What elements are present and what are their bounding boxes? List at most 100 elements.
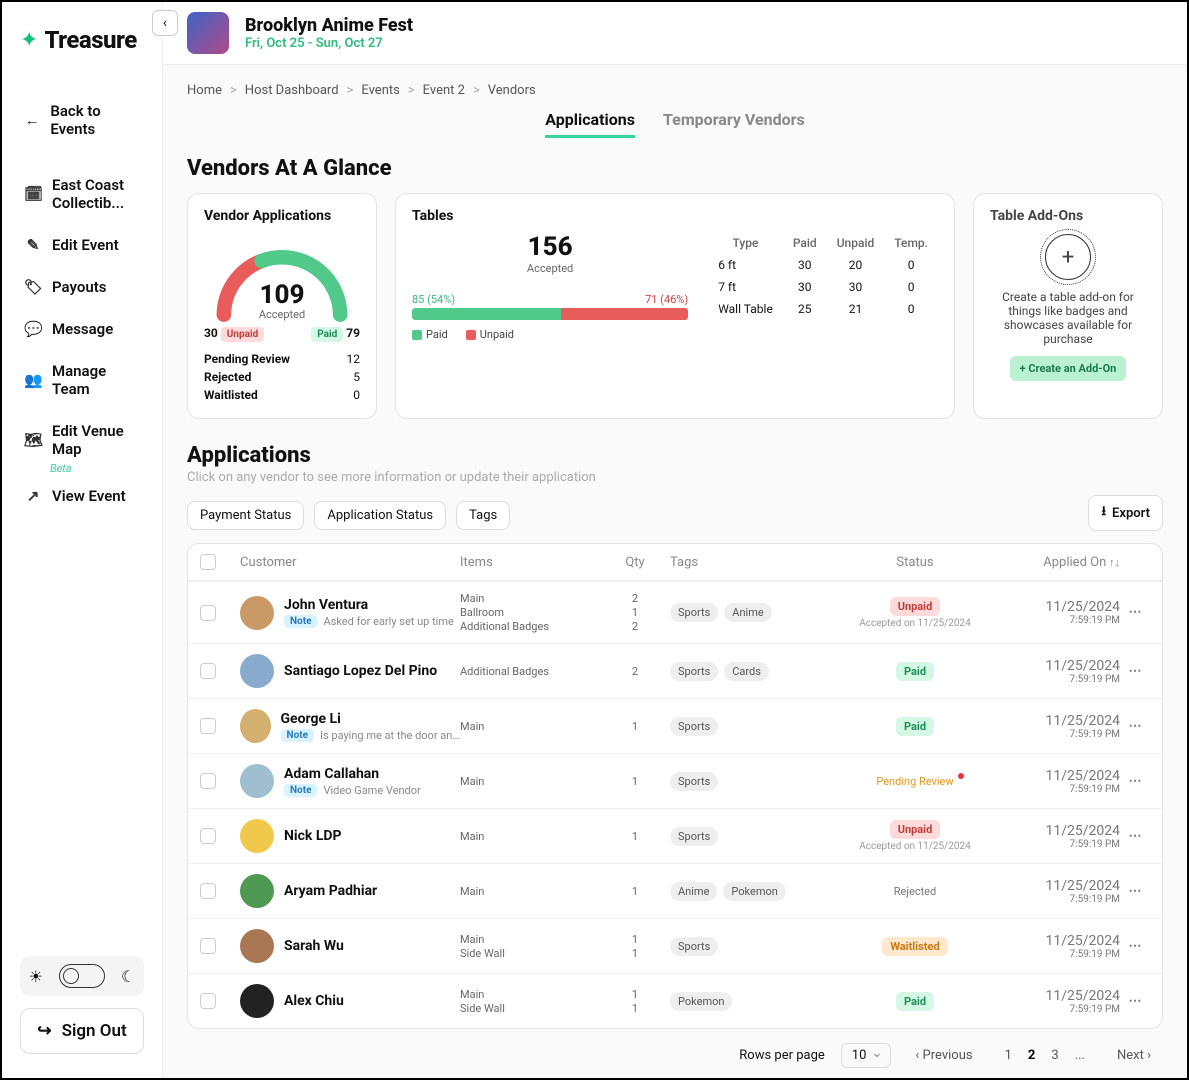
prev-button[interactable]: ‹ Previous xyxy=(907,1044,980,1067)
col-status[interactable]: Status xyxy=(840,555,990,570)
qty-cell: 212 xyxy=(600,592,670,633)
filter-tags[interactable]: Tags xyxy=(456,501,510,530)
tab-applications[interactable]: Applications xyxy=(545,110,635,138)
sidebar-item-3[interactable]: 💬Message xyxy=(20,308,144,350)
table-row[interactable]: Nick LDP Main 1 Sports UnpaidAccepted on… xyxy=(188,808,1162,863)
sidebar-item-label: Manage Team xyxy=(52,362,140,398)
breadcrumb-item[interactable]: Home xyxy=(187,83,222,98)
pencil-icon: ✎ xyxy=(24,236,42,254)
table-row[interactable]: Alex Chiu MainSide Wall 11 Pokemon Paid … xyxy=(188,973,1162,1028)
row-checkbox[interactable] xyxy=(200,993,216,1009)
sidebar-item-6[interactable]: ↗ View Event xyxy=(20,475,144,517)
customer-name: Adam Callahan xyxy=(284,766,421,782)
sidebar-item-5[interactable]: 🗺Edit Venue Map xyxy=(20,410,144,470)
col-items[interactable]: Items xyxy=(460,555,600,570)
card-tables: Tables 156 Accepted 85 (54%) 71 (46%) xyxy=(395,193,955,419)
page-...[interactable]: ... xyxy=(1067,1044,1093,1067)
table-row[interactable]: George LiNoteIs paying me at the door an… xyxy=(188,698,1162,753)
qty-cell: 11 xyxy=(600,933,670,960)
sidebar-item-0[interactable]: 🗓East Coast Collectib... xyxy=(20,164,144,224)
row-checkbox[interactable] xyxy=(200,663,216,679)
items-cell: MainBallroomAdditional Badges xyxy=(460,592,600,633)
page-3[interactable]: 3 xyxy=(1043,1044,1066,1067)
col-customer[interactable]: Customer xyxy=(240,555,460,570)
nav-back-to-events[interactable]: ← Back to Events xyxy=(20,90,144,150)
stat-key: Rejected xyxy=(204,370,251,384)
row-actions-button[interactable]: ⋯ xyxy=(1120,829,1150,844)
tables-total-label: Accepted xyxy=(412,262,688,275)
sidebar-item-4[interactable]: 👥 Manage Team xyxy=(20,350,144,410)
row-actions-button[interactable]: ⋯ xyxy=(1120,994,1150,1009)
filter-application-status[interactable]: Application Status xyxy=(314,501,446,530)
qty-cell: 2 xyxy=(600,665,670,678)
page-2[interactable]: 2 xyxy=(1020,1044,1043,1067)
row-checkbox[interactable] xyxy=(200,938,216,954)
table-row[interactable]: John VenturaNoteAsked for early set up t… xyxy=(188,581,1162,643)
sidebar-collapse-button[interactable]: ‹ xyxy=(152,10,178,36)
customer-name: George Li xyxy=(281,711,460,727)
arrow-out-icon: ↗ xyxy=(24,487,42,505)
applications-table: Customer Items Qty Tags Status Applied O… xyxy=(187,543,1163,1029)
tables-row: Wall Table25210 xyxy=(708,298,938,320)
sidebar-item-2[interactable]: 🏷Payouts xyxy=(20,266,144,308)
filter-payment-status[interactable]: Payment Status xyxy=(187,501,304,530)
table-row[interactable]: Santiago Lopez Del Pino Additional Badge… xyxy=(188,643,1162,698)
col-qty[interactable]: Qty xyxy=(600,555,670,570)
table-row[interactable]: Adam CallahanNoteVideo Game Vendor Main … xyxy=(188,753,1162,808)
status-cell: Waitlisted xyxy=(840,937,990,956)
tables-row: 7 ft30300 xyxy=(708,276,938,298)
tag: Sports xyxy=(670,717,718,736)
col-tags[interactable]: Tags xyxy=(670,555,840,570)
sidebar-item-1[interactable]: ✎Edit Event xyxy=(20,224,144,266)
row-checkbox[interactable] xyxy=(200,605,216,621)
customer-name: Aryam Padhiar xyxy=(284,883,377,899)
va-unpaid-count: 30 xyxy=(204,326,218,340)
items-cell: Additional Badges xyxy=(460,665,600,678)
export-button[interactable]: ⭳ Export xyxy=(1088,495,1163,531)
row-checkbox[interactable] xyxy=(200,883,216,899)
note-text: Video Game Vendor xyxy=(323,784,420,797)
va-accepted-count: 109 xyxy=(204,280,360,310)
row-actions-button[interactable]: ⋯ xyxy=(1120,664,1150,679)
calendar-icon: 🗓 xyxy=(24,185,42,203)
row-actions-button[interactable]: ⋯ xyxy=(1120,774,1150,789)
avatar xyxy=(240,764,274,798)
status-cell: UnpaidAccepted on 11/25/2024 xyxy=(840,597,990,629)
customer-name: Nick LDP xyxy=(284,828,342,844)
stat-value: 12 xyxy=(347,352,361,366)
select-all-checkbox[interactable] xyxy=(200,554,216,570)
rows-per-page-select[interactable]: 10 xyxy=(841,1043,892,1068)
row-actions-button[interactable]: ⋯ xyxy=(1120,884,1150,899)
row-checkbox[interactable] xyxy=(200,773,216,789)
page-1[interactable]: 1 xyxy=(997,1044,1020,1067)
va-paid-count: 79 xyxy=(346,326,360,340)
stat-key: Pending Review xyxy=(204,352,290,366)
toggle-pill[interactable] xyxy=(59,964,105,988)
date-cell: 11/25/20247:59:19 PM xyxy=(990,823,1120,850)
row-actions-button[interactable]: ⋯ xyxy=(1120,939,1150,954)
next-button[interactable]: Next › xyxy=(1109,1044,1159,1067)
table-row[interactable]: Sarah Wu MainSide Wall 11 Sports Waitlis… xyxy=(188,918,1162,973)
tab-temporary-vendors[interactable]: Temporary Vendors xyxy=(663,110,805,138)
row-actions-button[interactable]: ⋯ xyxy=(1120,719,1150,734)
breadcrumb-item[interactable]: Host Dashboard xyxy=(245,83,339,98)
sidebar-item-label: View Event xyxy=(52,487,126,505)
create-addon-button[interactable]: + Create an Add-On xyxy=(1010,356,1127,381)
note-text: Asked for early set up time xyxy=(323,615,453,628)
people-icon: 👥 xyxy=(24,371,42,389)
sun-icon: ☀ xyxy=(29,967,43,986)
tables-row: 6 ft30200 xyxy=(708,254,938,276)
brand-name: Treasure xyxy=(44,26,136,54)
sign-out-button[interactable]: ↪ Sign Out xyxy=(20,1008,144,1054)
row-checkbox[interactable] xyxy=(200,828,216,844)
theme-toggle[interactable]: ☀ ☾ xyxy=(20,956,144,996)
breadcrumb-item[interactable]: Vendors xyxy=(488,83,536,98)
breadcrumb-item[interactable]: Events xyxy=(361,83,399,98)
status-cell: Rejected xyxy=(840,885,990,898)
table-row[interactable]: Aryam Padhiar Main 1 AnimePokemon Reject… xyxy=(188,863,1162,918)
qty-cell: 1 xyxy=(600,720,670,733)
row-actions-button[interactable]: ⋯ xyxy=(1120,605,1150,620)
row-checkbox[interactable] xyxy=(200,718,216,734)
col-applied[interactable]: Applied On xyxy=(990,555,1120,570)
breadcrumb-item[interactable]: Event 2 xyxy=(423,83,465,98)
